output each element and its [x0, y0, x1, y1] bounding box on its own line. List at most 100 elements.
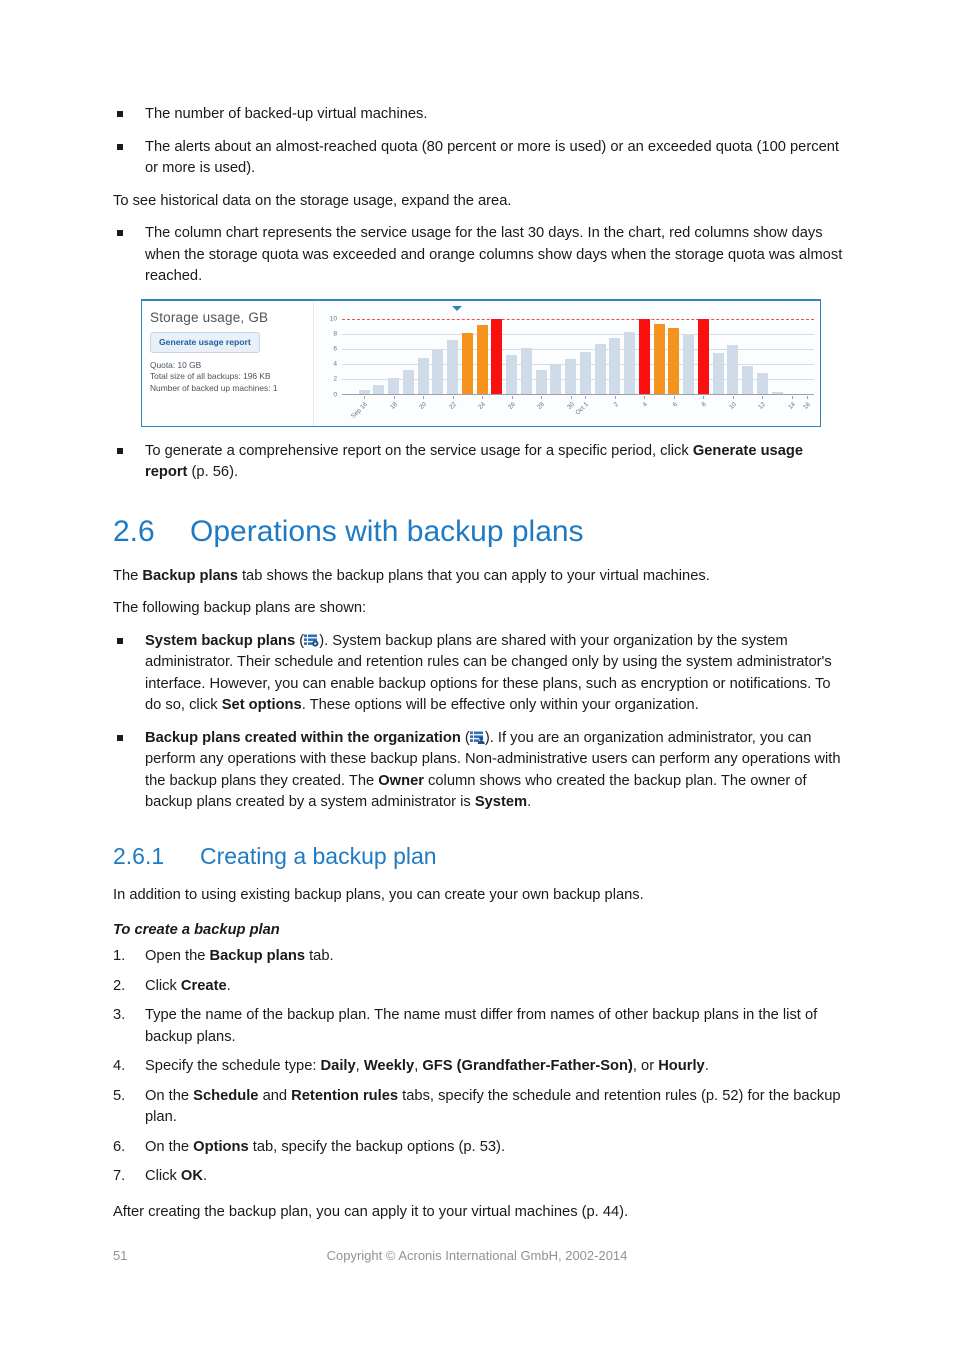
page-content: The number of backed-up virtual machines…: [113, 104, 843, 1234]
chart-x-tick: 2: [608, 395, 623, 426]
step-text-bold: OK: [180, 1168, 203, 1184]
chart-bar[interactable]: [417, 358, 429, 395]
procedure-heading: To create a backup plan: [113, 922, 280, 938]
widget-total-size-text: Total size of all backups: 196 KB: [150, 371, 271, 381]
chart-x-tick: [740, 396, 755, 426]
chart-x-axis-line: [342, 393, 814, 395]
chart-x-tick-label: 30: [565, 400, 576, 411]
plan-type-label: System backup plans: [145, 632, 296, 649]
chart-bar[interactable]: [638, 318, 650, 395]
chart-bar-slot: [622, 319, 637, 395]
generate-usage-report-button[interactable]: Generate usage report: [150, 331, 260, 353]
subsection-number: 2.6.1: [113, 842, 165, 869]
chart-x-tick: 8: [696, 395, 711, 426]
chart-x-tick: [681, 396, 696, 426]
chart-tick-mark: [806, 395, 808, 399]
chart-x-tick: Oct 1: [575, 395, 593, 426]
chart-x-tick: [490, 396, 505, 426]
chart-x-tick: [519, 396, 534, 426]
chart-bar[interactable]: [712, 352, 724, 395]
chart-x-tick-label: 4: [641, 400, 650, 408]
chart-bars: [342, 318, 814, 395]
chart-x-tick-label: 20: [418, 400, 429, 411]
chart-x-tick: 22: [445, 395, 460, 426]
chart-bar[interactable]: [565, 358, 577, 395]
chart-bar[interactable]: [402, 370, 414, 395]
chart-tick-mark: [423, 395, 425, 399]
chart-x-tick: 4: [637, 395, 652, 426]
chart-x-tick: [460, 396, 475, 426]
chart-bar[interactable]: [388, 377, 400, 395]
plan-type-label: Backup plans created within the organiza…: [145, 729, 461, 746]
step-text-before: On the: [145, 1087, 194, 1104]
chart-x-tick-label: 12: [757, 400, 768, 411]
chart-bar[interactable]: [550, 364, 562, 395]
storage-usage-widget-screenshot: Storage usage, GB Generate usage report …: [141, 298, 821, 427]
chart-x-tick: 18: [386, 395, 401, 426]
chart-bar[interactable]: [594, 344, 606, 395]
chart-bar[interactable]: [609, 338, 621, 395]
bullet-text: The column chart represents the service …: [145, 225, 843, 284]
step-text-before: Open the: [145, 948, 210, 964]
chart-bar[interactable]: [491, 318, 503, 395]
chart-tick-mark: [482, 395, 484, 399]
chart-bar[interactable]: [742, 365, 754, 395]
chart-bar[interactable]: [432, 349, 444, 395]
chart-tick-mark: [585, 395, 587, 399]
chart-tick-mark: [673, 395, 675, 399]
chart-bar[interactable]: [697, 318, 709, 395]
chart-bar-slot: [681, 319, 696, 395]
chart-bar[interactable]: [683, 335, 695, 395]
intro-paragraph: To see historical data on the storage us…: [113, 192, 512, 209]
chart-x-tick: [593, 396, 608, 426]
chart-bar[interactable]: [624, 332, 636, 395]
bullet-square-icon: [117, 734, 123, 741]
chart-bar-slot: [460, 319, 475, 395]
chart-x-tick: 12: [755, 395, 770, 426]
plan-type-bold-mid: Owner: [378, 772, 424, 789]
plan-type-bold-mid: Set options: [221, 697, 302, 713]
chart-bar[interactable]: [476, 325, 488, 395]
step-item: Click OK.: [113, 1166, 843, 1188]
chart-y-tick-label: 4: [333, 360, 337, 368]
list-item: The number of backed-up virtual machines…: [113, 104, 843, 126]
organization-backup-plan-icon: [469, 731, 485, 744]
chart-y-tick-label: 8: [333, 330, 337, 338]
caret-down-icon[interactable]: [452, 305, 462, 311]
chart-bar[interactable]: [727, 345, 739, 395]
step-text-mid1: and: [258, 1087, 292, 1104]
chart-bar[interactable]: [653, 323, 665, 395]
chart-bar[interactable]: [668, 327, 680, 395]
chart-bar[interactable]: [535, 370, 547, 395]
chart-bar-slot: [549, 319, 564, 395]
chart-bar-slot: [386, 319, 401, 395]
chart-bar[interactable]: [756, 373, 768, 395]
chart-x-tick: 10: [726, 395, 741, 426]
step-text-before: Specify the schedule type:: [145, 1058, 321, 1074]
chart-bar[interactable]: [579, 351, 591, 395]
chart-x-tick-label: 6: [671, 400, 679, 408]
chart-tick-mark: [452, 395, 454, 399]
bullet-text: The number of backed-up virtual machines…: [145, 106, 428, 122]
chart-bar-slot: [401, 319, 416, 395]
step-text-before: Click: [145, 977, 181, 994]
section-heading-26: 2.6 Operations with backup plans: [113, 514, 843, 550]
step-text-bold2: Weekly: [363, 1058, 415, 1074]
chart-bar[interactable]: [447, 339, 459, 395]
chart-bar[interactable]: [461, 332, 473, 395]
list-item: The column chart represents the service …: [113, 223, 843, 288]
chart-x-tick: 6: [667, 395, 682, 426]
bullet-square-icon: [117, 111, 123, 117]
chart-tick-mark: [570, 395, 572, 399]
chart-x-tick: [431, 396, 446, 426]
chart-bar[interactable]: [506, 354, 518, 395]
chart-bar[interactable]: [520, 348, 532, 395]
chart-x-tick: [652, 396, 667, 426]
intro-bold: Backup plans: [142, 567, 238, 584]
chart-bar-slot: [357, 319, 372, 395]
chart-tick-mark: [541, 395, 543, 399]
chart-bar-slot: [696, 318, 711, 395]
section-number: 2.6: [113, 514, 155, 548]
chart-bar-slot: [563, 319, 578, 395]
chart-y-tick-label: 0: [333, 391, 337, 398]
